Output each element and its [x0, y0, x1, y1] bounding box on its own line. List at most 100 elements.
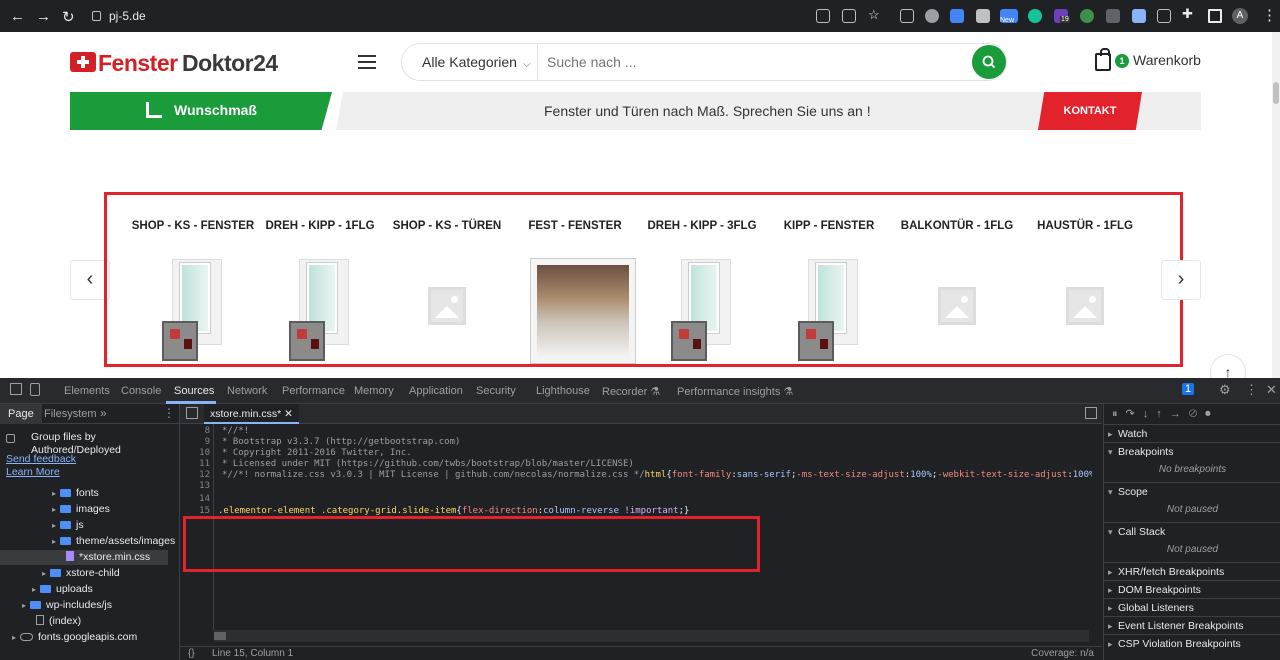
category-name[interactable]: FEST - FENSTER — [511, 219, 639, 249]
extension-badge-icon[interactable]: 19 — [1054, 9, 1070, 23]
close-tab-icon[interactable]: ✕ — [284, 408, 293, 420]
tab-lighthouse[interactable]: Lighthouse — [536, 385, 590, 397]
camera-icon[interactable] — [976, 9, 990, 23]
category-item[interactable]: HAUSTÜR - 1FLG — [1021, 219, 1149, 369]
hamburger-menu-icon[interactable] — [358, 55, 376, 69]
translate-ext-icon[interactable] — [950, 9, 964, 23]
code-line[interactable]: *//*! — [222, 426, 249, 436]
tree-item-xstore-child[interactable]: ▸ xstore-child — [42, 567, 120, 579]
editor-horizontal-scrollbar[interactable] — [214, 630, 1089, 642]
more-tabs-icon[interactable]: » — [100, 406, 107, 420]
tab-elements[interactable]: Elements — [64, 385, 110, 397]
extension-icon[interactable] — [900, 9, 914, 23]
navigator-menu-icon[interactable]: ⋮ — [163, 406, 175, 420]
tab-performance-insights[interactable]: Performance insights ⚗ — [677, 385, 793, 398]
scroll-to-top-button[interactable]: ↑ — [1210, 354, 1246, 378]
debugger-controls[interactable]: ⏸↷↓↑→⊘⏺ — [1112, 407, 1219, 421]
reload-icon[interactable]: ↻ — [62, 8, 75, 26]
panel-watch[interactable]: Watch — [1104, 424, 1280, 443]
image-placeholder-icon[interactable] — [1054, 259, 1116, 363]
category-name[interactable]: DREH - KIPP - 1FLG — [256, 219, 384, 249]
back-icon[interactable]: ← — [10, 8, 25, 25]
category-item[interactable]: SHOP - KS - TÜREN — [383, 219, 511, 369]
tab-memory[interactable]: Memory — [354, 385, 394, 397]
tab-performance[interactable]: Performance — [282, 385, 345, 397]
tab-network[interactable]: Network — [227, 385, 267, 397]
window-product-image[interactable] — [162, 259, 224, 363]
window-product-image[interactable] — [798, 259, 860, 363]
panel-global-listeners[interactable]: Global Listeners — [1104, 598, 1280, 617]
page-scrollbar[interactable] — [1272, 32, 1280, 378]
sidepanel-icon[interactable] — [1208, 9, 1222, 23]
window-product-image[interactable] — [289, 259, 351, 363]
category-item[interactable]: SHOP - KS - FENSTER — [129, 219, 257, 369]
image-placeholder-icon[interactable] — [926, 259, 988, 363]
scrollbar-thumb[interactable] — [214, 632, 226, 640]
code-line[interactable]: * Licensed under MIT (https://github.com… — [222, 459, 634, 469]
menu-dots-icon[interactable]: ⋮ — [1262, 6, 1277, 24]
tab-sources[interactable]: Sources — [174, 385, 214, 397]
bookmark-star-icon[interactable]: ☆ — [868, 7, 880, 23]
category-item[interactable]: FEST - FENSTER — [511, 219, 639, 369]
category-select[interactable]: Alle Kategorien ⌵ — [422, 44, 531, 80]
image-placeholder-icon[interactable] — [416, 259, 478, 363]
panel-breakpoints[interactable]: Breakpoints — [1104, 442, 1280, 461]
category-item[interactable]: KIPP - FENSTER — [765, 219, 893, 369]
tab-filesystem[interactable]: Filesystem — [44, 408, 97, 420]
site-logo[interactable]: Fenster Doktor24 — [70, 50, 285, 78]
category-item[interactable]: DREH - KIPP - 3FLG — [638, 219, 766, 369]
panel-call-stack[interactable]: Call Stack — [1104, 522, 1280, 541]
panel-scope[interactable]: Scope — [1104, 482, 1280, 501]
tab-console[interactable]: Console — [121, 385, 161, 397]
tree-item-uploads[interactable]: ▸ uploads — [32, 583, 93, 595]
toggle-debugger-icon[interactable] — [1085, 407, 1097, 419]
translate-icon[interactable] — [816, 9, 830, 23]
checkbox-icon[interactable] — [6, 434, 15, 443]
category-name[interactable]: DREH - KIPP - 3FLG — [638, 219, 766, 249]
code-line[interactable]: * Bootstrap v3.3.7 (http://getbootstrap.… — [222, 437, 460, 447]
code-line-12[interactable]: *//*! normalize.css v3.0.3 | MIT License… — [222, 470, 1092, 480]
code-line[interactable]: * Copyright 2011-2016 Twitter, Inc. — [222, 448, 412, 458]
tree-item-fonts[interactable]: ▸ fonts — [52, 487, 99, 499]
globe-icon[interactable] — [925, 9, 939, 23]
category-item[interactable]: DREH - KIPP - 1FLG — [256, 219, 384, 369]
wunschmass-button[interactable]: Wunschmaß — [70, 92, 332, 130]
tab-application[interactable]: Application — [409, 385, 463, 397]
tree-item-index[interactable]: (index) — [36, 615, 81, 627]
panel-event-listener-breakpoints[interactable]: Event Listener Breakpoints — [1104, 616, 1280, 635]
category-name[interactable]: HAUSTÜR - 1FLG — [1021, 219, 1149, 249]
category-name[interactable]: SHOP - KS - FENSTER — [129, 219, 257, 249]
window-product-image[interactable] — [671, 259, 733, 363]
profile-avatar[interactable]: A — [1232, 8, 1248, 24]
tab-page[interactable]: Page — [0, 404, 42, 424]
kontakt-button[interactable]: KONTAKT — [1038, 92, 1142, 130]
editor-tab-xstore[interactable]: xstore.min.css* ✕ — [204, 404, 299, 424]
toggle-navigator-icon[interactable] — [186, 407, 198, 419]
tab-recorder[interactable]: Recorder ⚗ — [602, 385, 660, 398]
puzzle-icon[interactable]: ✚ — [1182, 6, 1193, 22]
tree-item-google-fonts[interactable]: ▸ fonts.googleapis.com — [12, 631, 137, 643]
product-photo[interactable] — [531, 259, 635, 363]
send-feedback-link[interactable]: Send feedback — [6, 453, 76, 465]
panel-xhr-breakpoints[interactable]: XHR/fetch Breakpoints — [1104, 562, 1280, 581]
address-bar[interactable]: pj-5.de — [92, 6, 146, 26]
forward-icon[interactable]: → — [36, 8, 51, 25]
tree-item-wp-includes[interactable]: ▸ wp-includes/js — [22, 599, 112, 611]
category-name[interactable]: SHOP - KS - TÜREN — [383, 219, 511, 249]
settings-gear-icon[interactable]: ⚙ — [1219, 382, 1231, 398]
pretty-print-icon[interactable]: {} — [188, 648, 195, 659]
scrollbar-thumb[interactable] — [1273, 82, 1279, 104]
share-icon[interactable] — [842, 9, 856, 23]
inspect-icon[interactable] — [10, 383, 22, 395]
tree-item-images[interactable]: ▸ images — [52, 503, 110, 515]
search-input[interactable] — [547, 44, 927, 80]
panel-dom-breakpoints[interactable]: DOM Breakpoints — [1104, 580, 1280, 599]
extension-blue-icon[interactable] — [1132, 9, 1146, 23]
tree-item-js[interactable]: ▸ js — [52, 519, 84, 531]
grammarly-icon[interactable] — [1028, 9, 1042, 23]
close-devtools-icon[interactable]: ✕ — [1266, 382, 1277, 398]
tree-item-theme-assets[interactable]: ▸ theme/assets/images — [52, 535, 175, 547]
extension-gray-icon[interactable] — [1106, 9, 1120, 23]
category-name[interactable]: KIPP - FENSTER — [765, 219, 893, 249]
device-toolbar-icon[interactable] — [30, 383, 40, 396]
